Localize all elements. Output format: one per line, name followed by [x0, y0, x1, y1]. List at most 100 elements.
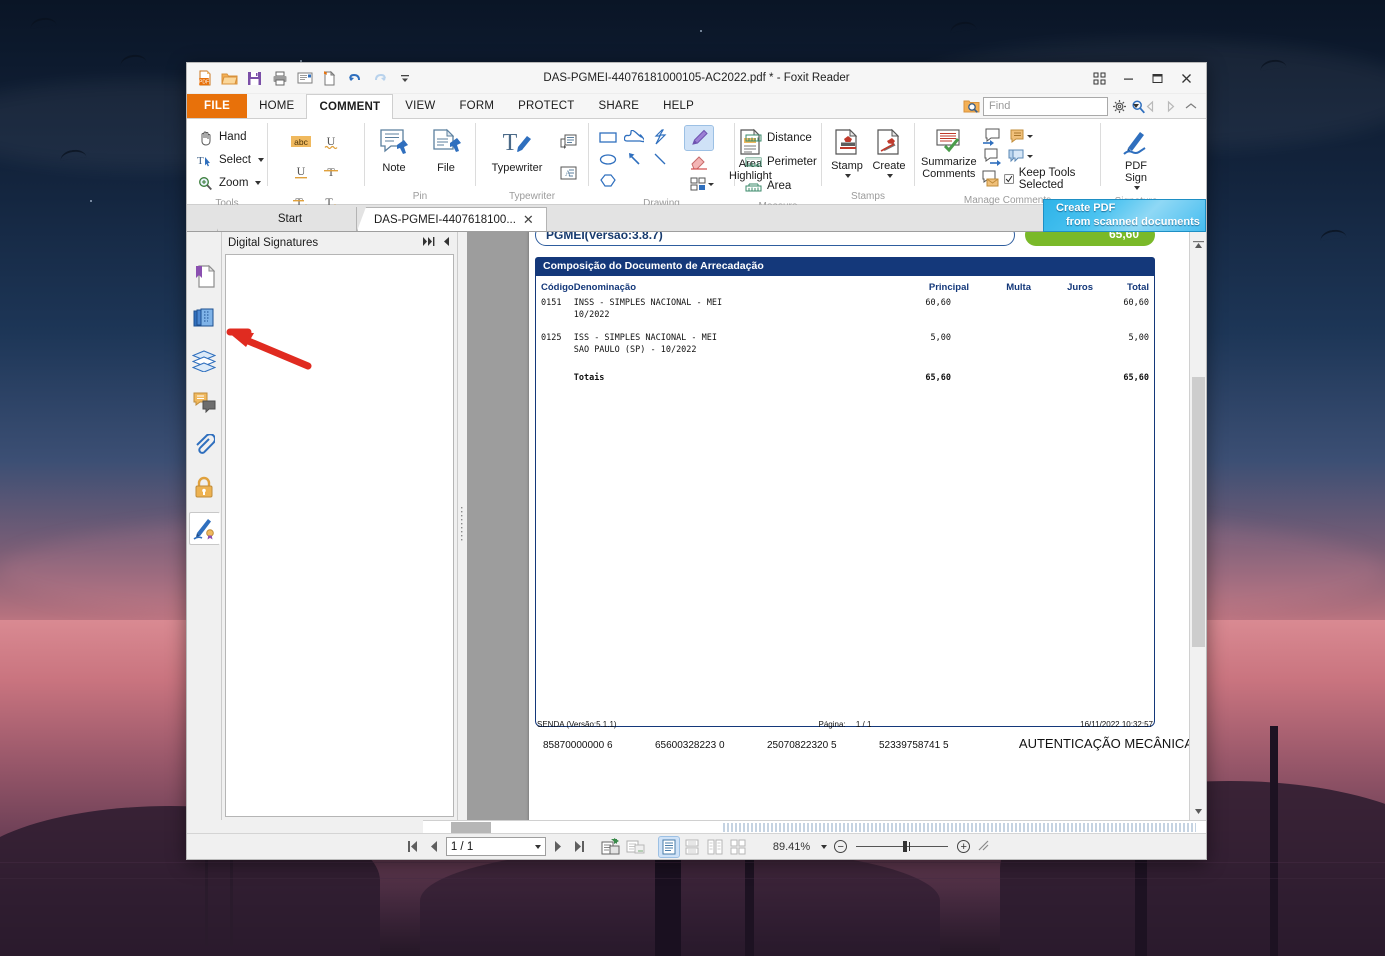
sidebar-item-bookmarks[interactable]: [189, 260, 220, 293]
qat-more-icon[interactable]: [393, 67, 416, 90]
cloud-tool-button[interactable]: [621, 126, 647, 148]
sidebar-item-layers[interactable]: [189, 344, 220, 377]
tab-close-icon[interactable]: ✕: [523, 213, 534, 226]
redo-icon[interactable]: [368, 67, 391, 90]
tab-start[interactable]: Start: [217, 207, 357, 231]
callout-button[interactable]: [554, 128, 582, 156]
restore-grid-icon[interactable]: [1085, 67, 1113, 89]
undo-icon[interactable]: [343, 67, 366, 90]
note-button[interactable]: Note: [371, 126, 417, 176]
search-input[interactable]: [984, 100, 1131, 112]
fit-width-button[interactable]: [625, 838, 647, 856]
select-caret-icon[interactable]: [257, 158, 264, 162]
search-folder-icon[interactable]: [963, 98, 980, 115]
split-view-handle[interactable]: [1193, 232, 1204, 243]
zoom-out-button[interactable]: −: [834, 840, 848, 853]
textbox-button[interactable]: A: [554, 159, 582, 187]
previous-icon[interactable]: [1142, 98, 1159, 115]
gear-icon[interactable]: [1111, 98, 1128, 115]
scroll-down-arrow[interactable]: [1189, 803, 1206, 820]
underline-button[interactable]: U: [287, 158, 315, 186]
zoom-caret-icon[interactable]: [255, 181, 262, 185]
hand-tool-button[interactable]: Hand: [193, 126, 251, 148]
tab-document[interactable]: DAS-PGMEI-4407618100... ✕: [357, 207, 547, 231]
keep-tools-selected-checkbox[interactable]: Keep Tools Selected: [1003, 167, 1094, 191]
next-page-button[interactable]: [549, 838, 567, 856]
vertical-scrollbar[interactable]: [1189, 232, 1206, 820]
continuous-facing-layout-button[interactable]: [728, 837, 748, 857]
sidebar-item-attachments[interactable]: [189, 428, 220, 461]
pdf-page[interactable]: PGMEI(Versão:3.8.7) 65,60 Composição do …: [529, 232, 1189, 820]
squiggly-underline-button[interactable]: U: [317, 128, 345, 156]
facing-layout-button[interactable]: [705, 837, 725, 857]
pencil-tool-button[interactable]: [684, 125, 714, 151]
create-stamp-caret-icon[interactable]: [887, 174, 893, 178]
panel-splitter[interactable]: [458, 232, 467, 820]
close-button[interactable]: [1172, 67, 1200, 89]
menu-view[interactable]: VIEW: [393, 94, 447, 118]
first-page-button[interactable]: [404, 838, 422, 856]
export-comments-button[interactable]: [980, 147, 1004, 167]
find-box[interactable]: [983, 96, 1145, 116]
document-total-button[interactable]: 65,60: [1025, 232, 1155, 246]
horizontal-scroll-thumb[interactable]: [451, 822, 491, 833]
email-comments-button[interactable]: [980, 169, 1000, 189]
highlight-text-button[interactable]: abc: [287, 128, 315, 156]
show-comments-button[interactable]: [1006, 147, 1036, 167]
rectangle-tool-button[interactable]: [595, 126, 621, 148]
sidebar-item-page-thumbnails[interactable]: [189, 302, 220, 335]
sidebar-item-digital-signatures[interactable]: [188, 512, 220, 545]
typewriter-button[interactable]: T Typewriter: [482, 126, 552, 176]
menu-share[interactable]: SHARE: [586, 94, 651, 118]
page-dropdown-caret-icon[interactable]: [534, 844, 541, 849]
menu-protect[interactable]: PROTECT: [506, 94, 586, 118]
eraser-tool-button[interactable]: [685, 151, 713, 173]
zoom-in-button[interactable]: +: [957, 840, 971, 853]
page-number-box[interactable]: 1 / 1: [445, 837, 546, 856]
menu-home[interactable]: HOME: [247, 94, 306, 118]
file-attach-button[interactable]: File: [423, 126, 469, 176]
save-icon[interactable]: [243, 67, 266, 90]
perimeter-tool-button[interactable]: Perimeter: [741, 151, 821, 173]
continuous-layout-button[interactable]: [682, 837, 702, 857]
sidebar-item-security[interactable]: [189, 470, 220, 503]
horizontal-scroll-strip[interactable]: [187, 820, 1206, 833]
export-highlighted-button[interactable]: [1006, 127, 1036, 147]
line-tool-button[interactable]: [647, 148, 673, 170]
pdf-sign-button[interactable]: PDF Sign: [1112, 126, 1160, 192]
new-from-file-icon[interactable]: [318, 67, 341, 90]
drawing-more-button[interactable]: [685, 174, 719, 194]
arrow-tool-button[interactable]: [621, 148, 647, 170]
zoom-tool-button[interactable]: Zoom: [193, 172, 265, 194]
stamp-button[interactable]: Stamp: [828, 126, 866, 180]
single-page-layout-button[interactable]: [657, 835, 680, 858]
area-measure-button[interactable]: Area: [741, 175, 795, 197]
vertical-scroll-thumb[interactable]: [1192, 377, 1205, 647]
print-icon[interactable]: [268, 67, 291, 90]
ellipse-tool-button[interactable]: [595, 148, 621, 170]
polygon-tool-button[interactable]: [595, 170, 621, 192]
previous-page-button[interactable]: [425, 838, 443, 856]
distance-tool-button[interactable]: Distance: [741, 127, 816, 149]
last-page-button[interactable]: [570, 838, 588, 856]
menu-help[interactable]: HELP: [651, 94, 706, 118]
select-tool-button[interactable]: T Select: [193, 149, 268, 171]
open-icon[interactable]: [218, 67, 241, 90]
pdf-sign-caret-icon[interactable]: [1134, 186, 1140, 190]
expand-panel-icon[interactable]: [422, 236, 435, 250]
email-icon[interactable]: [293, 67, 316, 90]
strikeout-button[interactable]: T: [317, 158, 345, 186]
zoom-slider-thumb[interactable]: [903, 841, 908, 852]
import-comments-button[interactable]: [980, 127, 1004, 147]
polyline-tool-button[interactable]: [647, 126, 673, 148]
search-options-caret-icon[interactable]: [1133, 104, 1139, 108]
pdf-logo-icon[interactable]: PDF: [193, 67, 216, 90]
sidebar-item-comments[interactable]: [189, 386, 220, 419]
zoom-slider[interactable]: [856, 841, 949, 852]
create-stamp-button[interactable]: Create: [870, 126, 908, 180]
collapse-panel-icon[interactable]: [442, 236, 451, 250]
menu-comment[interactable]: COMMENT: [306, 94, 394, 119]
create-pdf-promo-banner[interactable]: Create PDF from scanned documents: [1043, 199, 1206, 232]
minimize-button[interactable]: [1114, 67, 1142, 89]
menu-form[interactable]: FORM: [447, 94, 506, 118]
